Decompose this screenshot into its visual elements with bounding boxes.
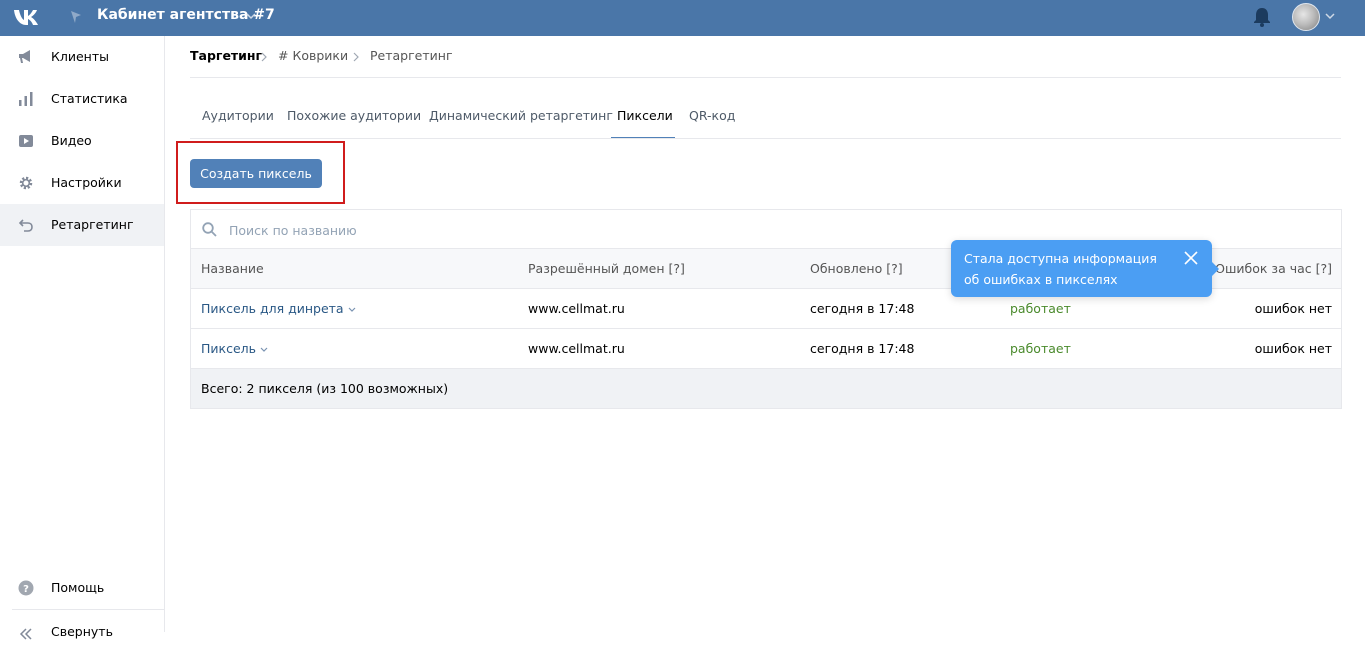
tab-dynamic-retargeting[interactable]: Динамический ретаргетинг [429, 108, 613, 139]
vk-logo-icon[interactable] [12, 6, 42, 28]
column-header-errors[interactable]: Ошибок за час [?] [1215, 261, 1332, 276]
column-header-domain[interactable]: Разрешённый домен [?] [528, 261, 685, 276]
tooltip-arrow [1212, 262, 1219, 276]
total-count: Всего: 2 пикселя (из 100 возможных) [201, 381, 449, 396]
pixel-updated: сегодня в 17:48 [810, 341, 915, 356]
tab-lookalike[interactable]: Похожие аудитории [287, 108, 421, 139]
help-icon: ? [18, 580, 34, 596]
sidebar-item-label: Видео [51, 133, 92, 148]
bar-chart-icon [19, 92, 33, 106]
pixel-name-dropdown[interactable]: Пиксель [201, 341, 268, 356]
sidebar-item-label: Ретаргетинг [51, 217, 134, 232]
megaphone-icon [19, 50, 30, 63]
divider [12, 609, 164, 610]
sidebar-item-help[interactable]: ? Помощь [0, 567, 164, 609]
pixel-errors: ошибок нет [1254, 301, 1332, 316]
pixel-domain: www.cellmat.ru [528, 341, 625, 356]
bell-icon[interactable] [1253, 7, 1271, 27]
pixel-errors: ошибок нет [1254, 341, 1332, 356]
pixel-status: работает [1010, 301, 1071, 316]
pixel-updated: сегодня в 17:48 [810, 301, 915, 316]
sidebar-item-label: Статистика [51, 91, 128, 106]
svg-text:?: ? [23, 584, 29, 595]
avatar[interactable] [1292, 3, 1320, 31]
tooltip-text: Стала доступна информация об ошибках в п… [964, 251, 1157, 287]
sidebar-item-retargeting[interactable]: Ретаргетинг [0, 204, 164, 246]
pixels-table: Название Разрешённый домен [?] Обновлено… [190, 209, 1342, 409]
retarget-arrow-icon [18, 219, 33, 232]
sidebar-item-statistics[interactable]: Статистика [0, 78, 164, 120]
sidebar-item-settings[interactable]: Настройки [0, 162, 164, 204]
pixel-status: работает [1010, 341, 1071, 356]
sidebar-collapse[interactable]: Свернуть [0, 614, 164, 656]
tab-audiences[interactable]: Аудитории [202, 108, 274, 139]
pixel-name-dropdown[interactable]: Пиксель для динрета [201, 301, 356, 316]
breadcrumb-item: Ретаргетинг [370, 48, 453, 63]
column-header-updated[interactable]: Обновлено [?] [810, 261, 903, 276]
sidebar-item-label: Настройки [51, 175, 122, 190]
tab-qr-code[interactable]: QR-код [689, 108, 735, 139]
table-row: Пиксель www.cellmat.ru сегодня в 17:48 р… [191, 329, 1341, 369]
column-header-name[interactable]: Название [201, 261, 264, 276]
sidebar-item-label: Помощь [51, 580, 105, 595]
video-play-icon [19, 135, 33, 147]
divider [190, 77, 1341, 78]
pixel-domain: www.cellmat.ru [528, 301, 625, 316]
chevron-down-icon[interactable] [246, 11, 256, 21]
chevron-right-icon [353, 52, 359, 62]
search-input[interactable] [229, 220, 829, 240]
tooltip: Стала доступна информация об ошибках в п… [951, 240, 1212, 297]
top-bar: Кабинет агентства #7 [0, 0, 1365, 36]
pixel-name: Пиксель [201, 341, 256, 356]
sidebar: Клиенты Статистика Видео Настройки Ретар… [0, 36, 165, 640]
double-chevron-left-icon [19, 628, 32, 640]
sidebar-item-label: Клиенты [51, 49, 110, 64]
flag-icon[interactable] [68, 9, 84, 25]
gear-icon [19, 176, 33, 190]
chevron-down-icon[interactable] [1325, 11, 1335, 21]
table-footer: Всего: 2 пикселя (из 100 возможных) [191, 369, 1341, 408]
pixel-name: Пиксель для динрета [201, 301, 344, 316]
tab-pixels[interactable]: Пиксели [611, 108, 675, 139]
divider [190, 138, 1341, 139]
close-icon[interactable] [1184, 251, 1198, 265]
chevron-down-icon [348, 307, 356, 312]
chevron-right-icon [261, 52, 267, 62]
chevron-down-icon [260, 347, 268, 352]
breadcrumb-item[interactable]: # Коврики [278, 48, 348, 63]
sidebar-item-clients[interactable]: Клиенты [0, 36, 164, 78]
create-pixel-button[interactable]: Создать пиксель [190, 159, 322, 188]
sidebar-item-video[interactable]: Видео [0, 120, 164, 162]
search-icon [202, 222, 217, 237]
breadcrumb-item[interactable]: Таргетинг [190, 48, 262, 63]
